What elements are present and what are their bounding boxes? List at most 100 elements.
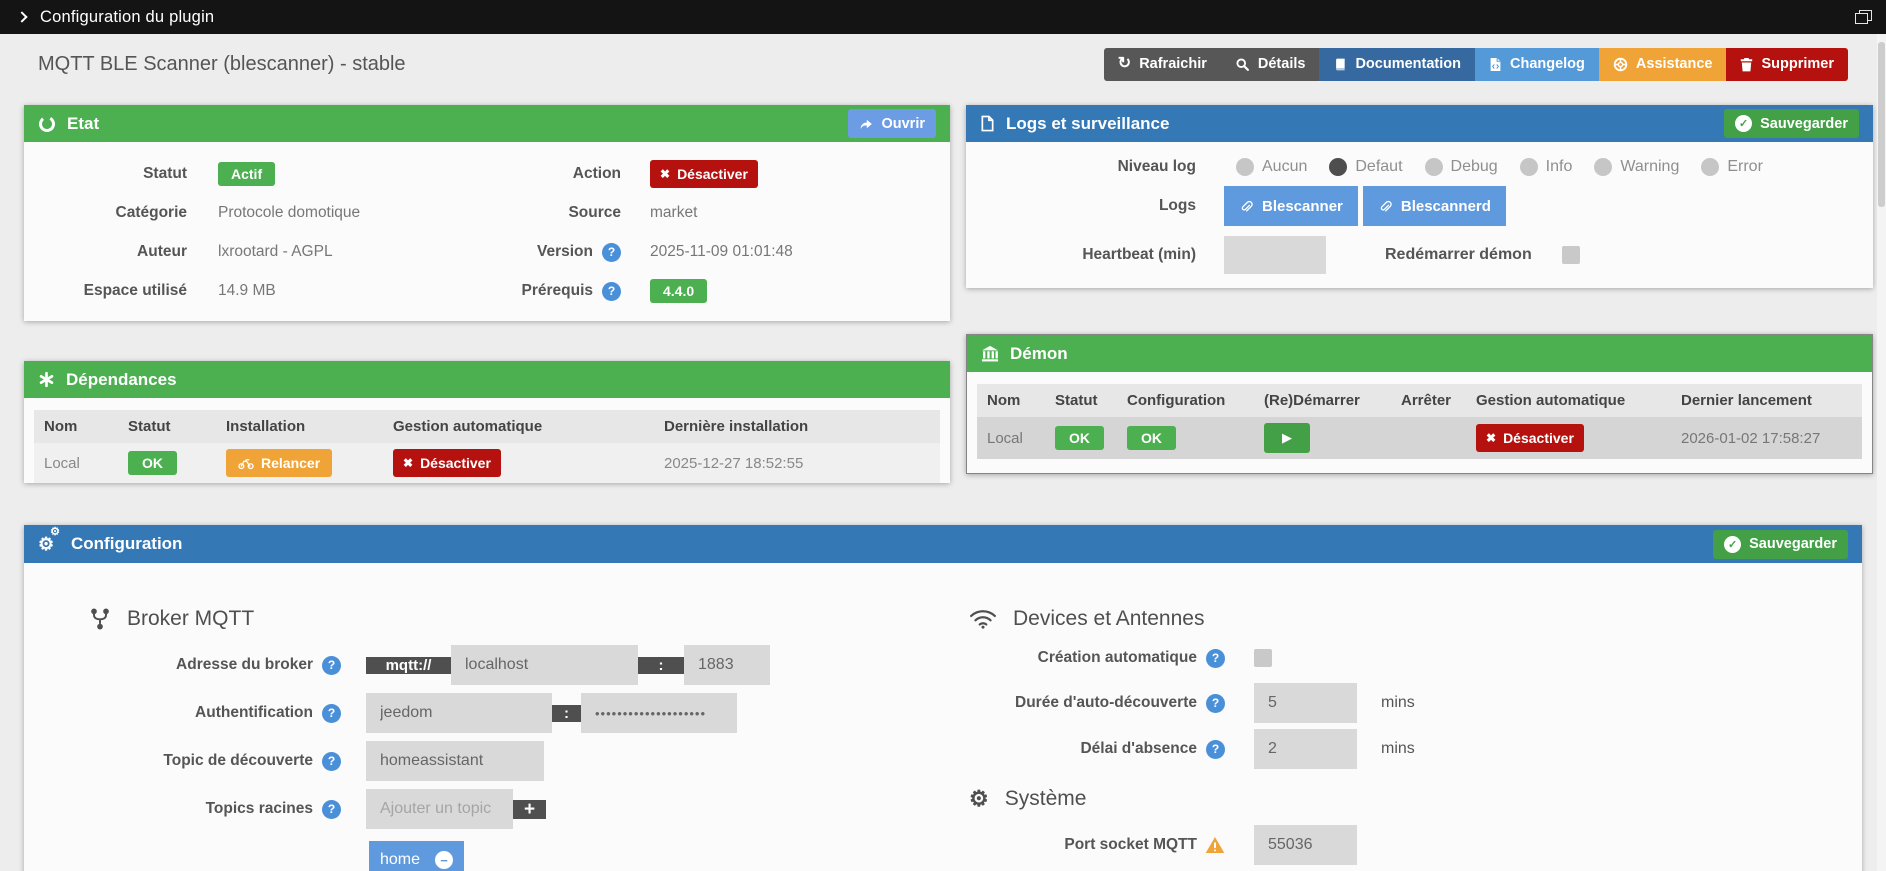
broker-port-input[interactable] <box>684 645 770 685</box>
help-icon[interactable]: ? <box>322 655 341 675</box>
check-circle-icon: ✓ <box>1735 115 1753 132</box>
bank-icon <box>981 345 999 362</box>
radio-error[interactable]: Error <box>1701 158 1763 176</box>
log-file-blescannerd-button[interactable]: Blescannerd <box>1362 186 1506 226</box>
radio-warning[interactable]: Warning <box>1594 158 1679 176</box>
radio-icon <box>1594 158 1613 176</box>
heartbeat-label: Heartbeat (min) <box>1082 246 1196 263</box>
logs-panel-header: Logs et surveillance ✓ Sauvegarder <box>966 105 1873 142</box>
save-logs-button[interactable]: ✓ Sauvegarder <box>1724 109 1859 138</box>
auth-separator: : <box>552 704 581 722</box>
heartbeat-input[interactable] <box>1224 236 1326 274</box>
warning-icon <box>1205 836 1225 854</box>
help-icon[interactable]: ? <box>602 281 621 301</box>
broker-password-input[interactable] <box>581 693 737 733</box>
auteur-value: lxrootard - AGPL <box>218 243 333 260</box>
disable-auto-daemon-button[interactable]: ✖ Désactiver <box>1476 424 1584 452</box>
refresh-button[interactable]: ↻ Rafraichir <box>1103 47 1221 81</box>
logs-panel: Logs et surveillance ✓ Sauvegarder Nivea… <box>966 105 1873 288</box>
save-configuration-button[interactable]: ✓ Sauvegarder <box>1713 529 1848 559</box>
start-daemon-button[interactable]: ▶ <box>1264 423 1310 453</box>
topics-racines-label: Topics racines <box>205 800 313 817</box>
radio-aucun[interactable]: Aucun <box>1236 158 1307 176</box>
asterisk-icon <box>38 371 55 388</box>
search-icon <box>1235 57 1250 72</box>
mqtt-socket-port-input[interactable] <box>1254 825 1357 865</box>
demon-last-launch-date: 2026-01-02 17:58:27 <box>1671 417 1862 459</box>
relaunch-dependencies-button[interactable]: Relancer <box>226 449 333 477</box>
page-title: MQTT BLE Scanner (blescanner) - stable <box>38 52 406 75</box>
help-icon[interactable]: ? <box>1206 693 1225 713</box>
categorie-value: Protocole domotique <box>218 204 361 221</box>
table-row: Local OK Relancer ✖ Désactiver 2025-12-27… <box>34 443 940 483</box>
changelog-button[interactable]: Changelog <box>1474 47 1599 81</box>
discovery-duration-input[interactable] <box>1254 683 1357 723</box>
restart-daemon-checkbox[interactable] <box>1561 246 1580 264</box>
source-value: market <box>650 204 698 221</box>
broker-section: Broker MQTT Adresse du broker ? mqtt:// … <box>24 563 943 871</box>
auto-creation-checkbox[interactable] <box>1254 649 1272 667</box>
restart-daemon-label: Redémarrer démon <box>1385 246 1532 263</box>
etat-body: Statut Actif Action ✖ Désactiver Catégori… <box>24 142 950 321</box>
radio-icon <box>1519 158 1538 176</box>
port-separator: : <box>638 656 684 674</box>
logs-body: Niveau log Aucun Defaut Debug Info Warni… <box>966 142 1873 288</box>
file-icon <box>980 115 995 132</box>
radio-icon <box>1424 158 1443 176</box>
broker-host-input[interactable] <box>451 645 638 685</box>
help-icon[interactable]: ? <box>322 703 341 723</box>
broker-user-input[interactable] <box>366 693 552 733</box>
demon-stop-cell <box>1391 417 1466 459</box>
delay-unit: mins <box>1381 740 1415 757</box>
open-plugin-button[interactable]: Ouvrir <box>848 109 936 138</box>
deactivate-plugin-button[interactable]: ✖ Désactiver <box>650 160 758 188</box>
topic-decouverte-label: Topic de découverte <box>163 752 313 769</box>
add-topic-button[interactable]: + <box>513 799 546 819</box>
table-header-row: Nom Statut Configuration (Re)Démarrer Ar… <box>977 384 1862 417</box>
help-icon[interactable]: ? <box>1206 648 1225 668</box>
delai-absence-label: Délai d'absence <box>1080 740 1197 757</box>
remove-topic-icon[interactable]: − <box>435 851 453 869</box>
devices-heading: Devices et Antennes <box>969 607 1862 631</box>
log-level-radios: Aucun Defaut Debug Info Warning Error <box>1236 158 1763 176</box>
radio-debug[interactable]: Debug <box>1424 158 1498 176</box>
help-icon[interactable]: ? <box>602 242 621 262</box>
configuration-panel-header: ⚙ ⚙ Configuration ✓ Sauvegarder <box>24 525 1862 563</box>
creation-automatique-label: Création automatique <box>1037 649 1197 666</box>
documentation-button[interactable]: Documentation <box>1319 47 1475 81</box>
disable-auto-dependencies-button[interactable]: ✖ Désactiver <box>393 449 501 477</box>
discovery-topic-input[interactable] <box>366 741 544 781</box>
delete-button[interactable]: Supprimer <box>1726 47 1848 81</box>
table-header-row: Nom Statut Installation Gestion automati… <box>34 410 940 443</box>
radio-icon <box>1329 158 1348 176</box>
absence-delay-input[interactable] <box>1254 729 1357 769</box>
duree-auto-decouverte-label: Durée d'auto-découverte <box>1015 694 1197 711</box>
help-icon[interactable]: ? <box>322 799 341 819</box>
demon-nom: Local <box>977 417 1045 459</box>
plugin-toolbar: ↻ Rafraichir Détails Documentation Chang… <box>1103 47 1848 81</box>
source-label: Source <box>568 204 621 221</box>
scrollbar[interactable] <box>1877 34 1886 871</box>
log-file-blescanner-button[interactable]: Blescanner <box>1224 186 1358 226</box>
file-code-icon <box>1489 57 1502 72</box>
devices-section: Devices et Antennes Création automatique… <box>943 563 1862 871</box>
radio-info[interactable]: Info <box>1519 158 1572 176</box>
dep-status-badge: OK <box>128 450 177 475</box>
gears-icon: ⚙ ⚙ <box>38 526 61 554</box>
add-topic-input[interactable] <box>366 789 513 829</box>
radio-defaut[interactable]: Defaut <box>1329 158 1403 176</box>
help-icon[interactable]: ? <box>322 751 341 771</box>
details-button[interactable]: Détails <box>1220 47 1320 81</box>
window-title: Configuration du plugin <box>40 7 215 26</box>
protocol-prefix: mqtt:// <box>366 656 451 674</box>
demon-panel-header: Démon <box>967 335 1872 372</box>
help-icon[interactable]: ? <box>1206 739 1225 759</box>
assistance-button[interactable]: Assistance <box>1598 47 1727 81</box>
scrollbar-thumb[interactable] <box>1878 42 1885 207</box>
demon-table: Nom Statut Configuration (Re)Démarrer Ar… <box>977 384 1862 459</box>
status-badge: Actif <box>218 162 276 186</box>
window-restore-icon[interactable] <box>1855 10 1872 24</box>
book-icon <box>1333 57 1347 72</box>
dependances-panel-header: Dépendances <box>24 361 950 398</box>
configuration-panel-title: Configuration <box>71 534 183 553</box>
